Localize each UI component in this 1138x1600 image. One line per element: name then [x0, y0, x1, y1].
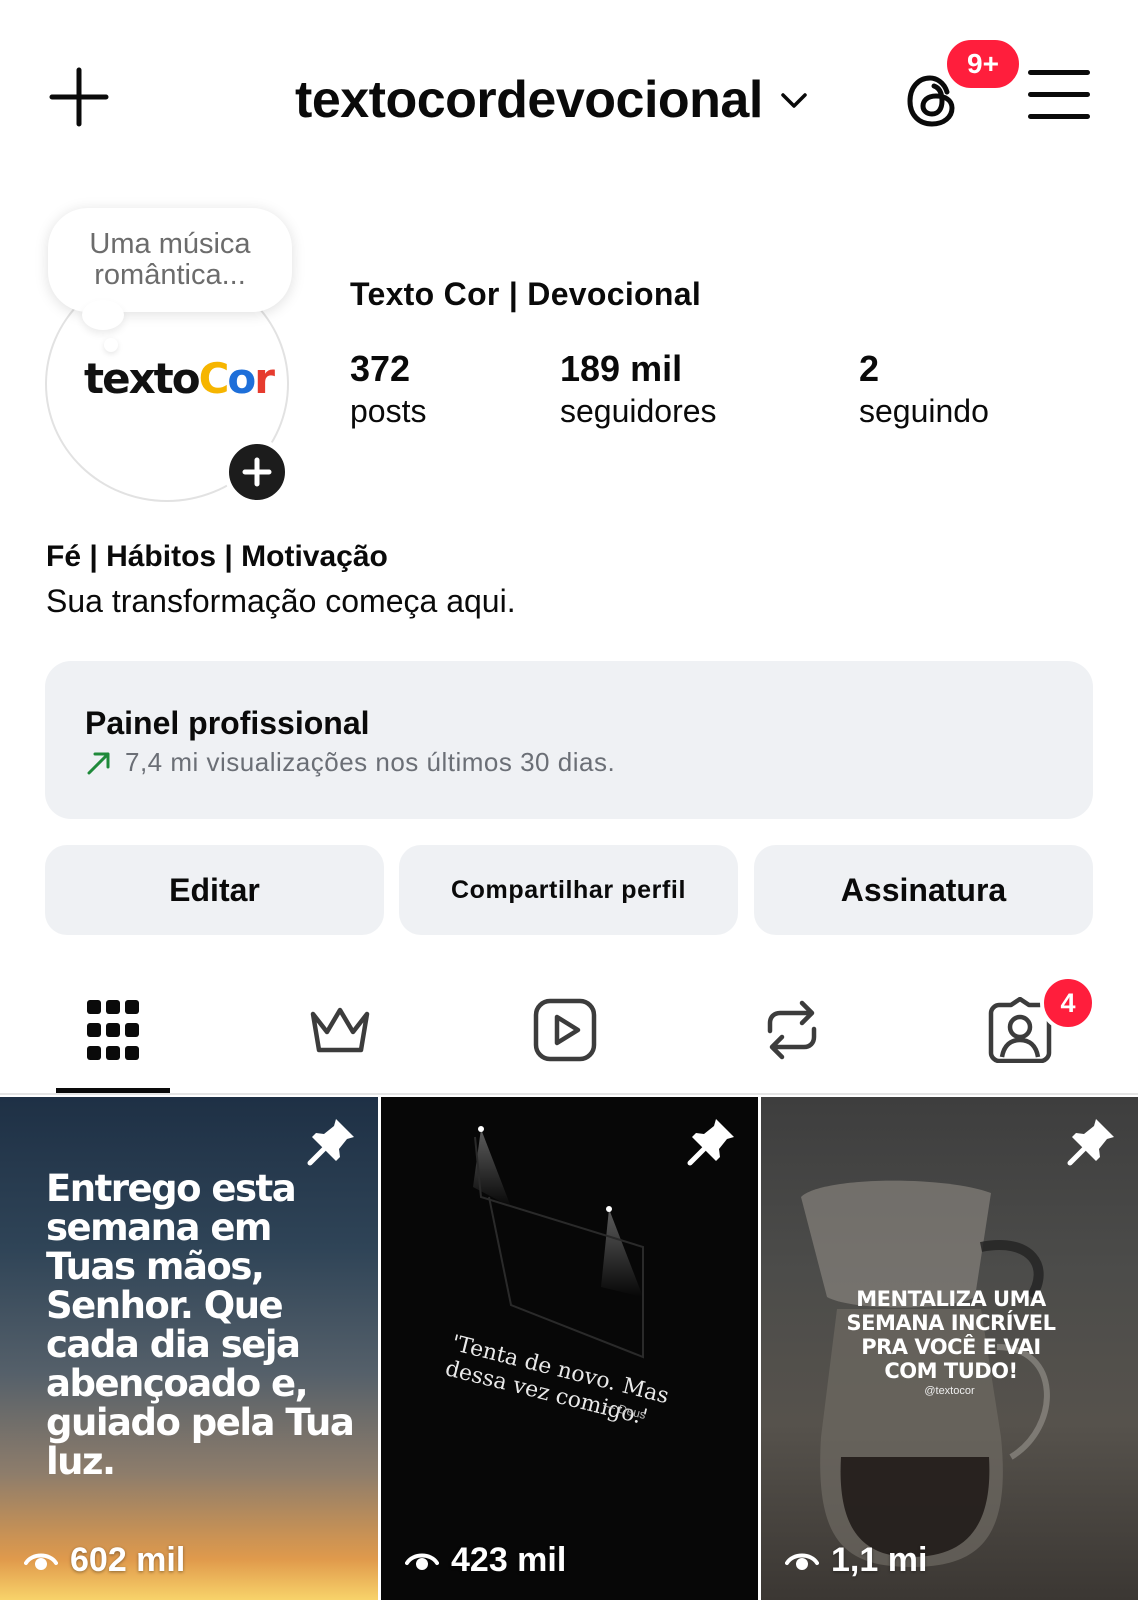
menu-line: [1028, 92, 1090, 97]
display-name: Texto Cor | Devocional: [350, 276, 702, 312]
menu-line: [1028, 114, 1090, 119]
professional-dashboard[interactable]: Painel profissional 7,4 mi visualizações…: [45, 661, 1093, 819]
top-bar: textocordevocional 9+: [0, 0, 1138, 190]
grid-icon: [87, 1000, 139, 1060]
profile-note[interactable]: Uma música romântica...: [48, 208, 292, 312]
post-tile[interactable]: 'Tenta de novo. Mas dessa vez comigo.' —…: [381, 1097, 758, 1600]
threads-notification-badge: 9+: [943, 36, 1023, 92]
logo-text-part: texto: [84, 354, 201, 403]
account-switcher[interactable]: textocordevocional: [295, 64, 811, 136]
logo-text-part: C: [198, 354, 230, 403]
share-profile-button[interactable]: Compartilhar perfil: [399, 845, 738, 935]
stat-value: 189 mil: [560, 348, 683, 389]
plus-icon: [242, 457, 272, 487]
panel-subtitle: 7,4 mi visualizações nos últimos 30 dias…: [125, 747, 616, 777]
plus-icon: [49, 67, 109, 127]
tagged-notification-badge: 4: [1040, 975, 1096, 1031]
bio-category: Fé | Hábitos | Motivação: [46, 540, 388, 573]
post-tile[interactable]: MENTALIZA UMA SEMANA INCRÍVEL PRA VOCÊ E…: [761, 1097, 1138, 1600]
username: textocordevocional: [295, 71, 763, 129]
stat-label: posts: [350, 393, 427, 429]
note-bubble-tail: [82, 300, 124, 330]
tab-subscriber-content[interactable]: [300, 990, 380, 1070]
pin-icon: [307, 1119, 354, 1166]
menu-button[interactable]: [1028, 70, 1090, 126]
panel-title: Painel profissional: [85, 705, 370, 741]
repost-icon: [767, 1000, 817, 1060]
stage-light-graphic: [473, 1126, 644, 1359]
edit-profile-button[interactable]: Editar: [45, 845, 384, 935]
stat-value: 2: [859, 348, 880, 389]
stat-following[interactable]: 2 seguindo: [859, 348, 989, 432]
view-count: 602 mil: [24, 1541, 185, 1580]
post-caption-text: Entrego esta semana em Tuas mãos, Senhor…: [46, 1167, 355, 1483]
tab-reels[interactable]: [525, 990, 605, 1070]
subscription-button[interactable]: Assinatura: [754, 845, 1093, 935]
stat-followers[interactable]: 189 mil seguidores: [560, 348, 717, 432]
trending-up-icon: [87, 752, 110, 774]
view-count: 1,1 mi: [785, 1541, 927, 1580]
note-bubble-tail: [104, 338, 118, 352]
post-caption-text: MENTALIZA UMA SEMANA INCRÍVEL PRA VOCÊ E…: [846, 1287, 1056, 1383]
eye-icon: [785, 1553, 819, 1570]
avatar-logo: textoCor: [84, 354, 275, 403]
eye-icon: [24, 1553, 58, 1570]
stat-value: 372: [350, 348, 411, 389]
post-tile[interactable]: Entrego esta semana em Tuas mãos, Senhor…: [0, 1097, 378, 1600]
chevron-down-icon: [781, 93, 807, 108]
stat-posts[interactable]: 372 posts: [350, 348, 426, 432]
logo-text-part: r: [254, 354, 275, 403]
view-count-label: 1,1 mi: [831, 1541, 928, 1579]
reels-play-icon: [533, 998, 597, 1062]
tab-grid[interactable]: [73, 990, 153, 1070]
add-story-button[interactable]: [224, 439, 290, 505]
view-count-label: 423 mil: [451, 1541, 567, 1579]
tab-reposts[interactable]: [752, 990, 832, 1070]
panel-subtitle-row: 7,4 mi visualizações nos últimos 30 dias…: [85, 747, 615, 778]
stat-label: seguindo: [859, 393, 989, 429]
stat-label: seguidores: [560, 393, 717, 429]
bio-text: Sua transformação começa aqui.: [46, 583, 516, 619]
eye-icon: [405, 1553, 439, 1570]
menu-line: [1028, 70, 1090, 75]
logo-text-part: o: [227, 354, 256, 403]
pin-icon: [687, 1119, 734, 1166]
view-count-label: 602 mil: [70, 1541, 186, 1579]
pin-icon: [1067, 1119, 1114, 1166]
crown-icon: [310, 1007, 370, 1053]
create-button[interactable]: [48, 66, 110, 128]
divider: [0, 1093, 1138, 1095]
post-handle-tag: @textocor: [924, 1385, 975, 1397]
view-count: 423 mil: [405, 1541, 566, 1580]
